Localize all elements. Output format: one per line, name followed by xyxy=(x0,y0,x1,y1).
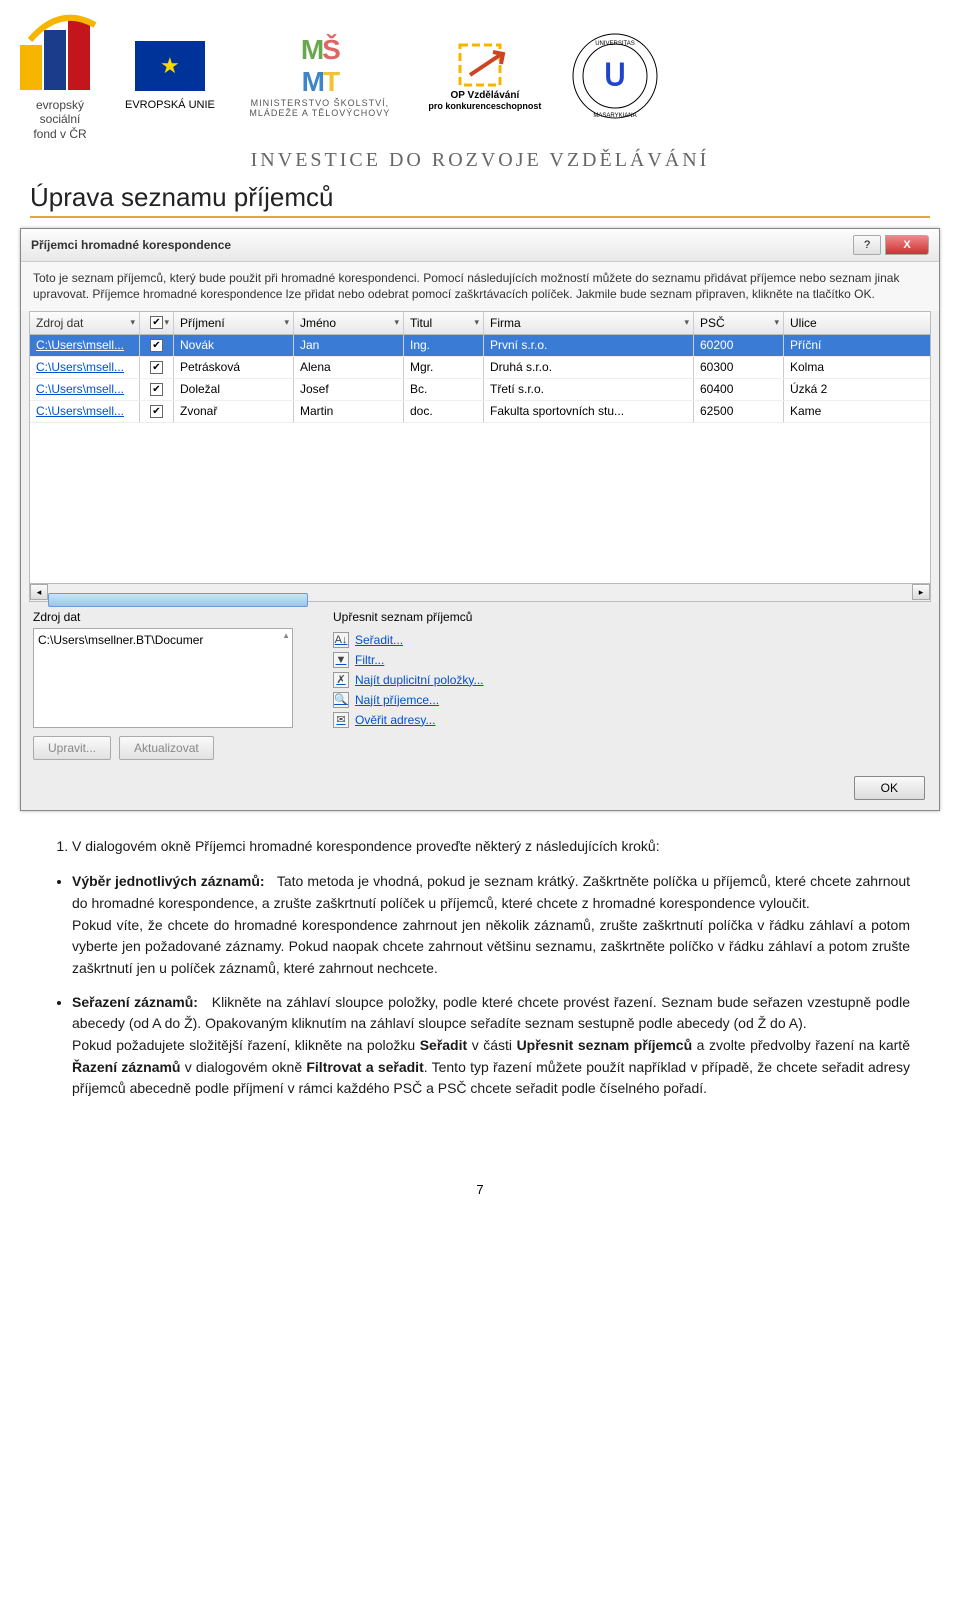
duplicate-icon: ✗ xyxy=(333,672,349,688)
intro-text: V dialogovém okně Příjemci hromadné kore… xyxy=(72,836,910,858)
col-surname[interactable]: Příjmení xyxy=(180,316,225,330)
msmt-line1: MINISTERSTVO ŠKOLSTVÍ, xyxy=(251,98,390,108)
sort-link[interactable]: A↓Seřadit... xyxy=(333,630,927,650)
esf-text: evropský sociální fond v ČR xyxy=(33,98,86,141)
eu-flag-icon: ★ xyxy=(135,41,205,91)
university-logo: ᑌ UNIVERSITAS MASARYKIANA xyxy=(570,31,660,121)
col-zip[interactable]: PSČ xyxy=(700,316,725,330)
col-street[interactable]: Ulice xyxy=(790,316,817,330)
divider xyxy=(30,216,930,218)
mailmerge-dialog: Příjemci hromadné korespondence ? X Toto… xyxy=(20,228,940,810)
row-checkbox[interactable]: ✔ xyxy=(150,383,163,396)
table-blank-area xyxy=(30,423,930,583)
scroll-thumb[interactable] xyxy=(48,593,308,607)
refresh-button[interactable]: Aktualizovat xyxy=(119,736,214,760)
help-button[interactable]: ? xyxy=(853,235,881,255)
recipients-table: Zdroj dat▾ ✔▾ Příjmení▾ Jméno▾ Titul▾ Fi… xyxy=(29,311,931,602)
col-name[interactable]: Jméno xyxy=(300,316,336,330)
horizontal-scrollbar[interactable]: ◂ ▸ xyxy=(30,583,930,601)
verify-icon: ✉ xyxy=(333,712,349,728)
msmt-logo: MŠMT MINISTERSTVO ŠKOLSTVÍ, MLÁDEŽE A TĚ… xyxy=(240,34,400,118)
row-checkbox[interactable]: ✔ xyxy=(150,361,163,374)
close-button[interactable]: X xyxy=(885,235,929,255)
bullet-sort-records: Seřazení záznamů: Klikněte na záhlaví sl… xyxy=(72,992,910,1100)
op-line2: pro konkurenceschopnost xyxy=(428,101,541,111)
tagline: INVESTICE DO ROZVOJE VZDĚLÁVÁNÍ xyxy=(0,141,960,177)
bullet-select-records: Výběr jednotlivých záznamů: Tato metoda … xyxy=(72,871,910,979)
table-row[interactable]: C:\Users\msell... ✔ Novák Jan Ing. První… xyxy=(30,335,930,357)
source-list[interactable]: C:\Users\msellner.BT\Documer xyxy=(33,628,293,728)
table-header[interactable]: Zdroj dat▾ ✔▾ Příjmení▾ Jméno▾ Titul▾ Fi… xyxy=(30,312,930,335)
esf-logo: evropský sociální fond v ČR xyxy=(20,10,100,141)
svg-text:ᑌ: ᑌ xyxy=(604,59,626,92)
op-icon xyxy=(455,40,515,90)
body-text: V dialogovém okně Příjemci hromadné kore… xyxy=(0,811,960,1143)
refine-label: Upřesnit seznam příjemců xyxy=(333,610,927,624)
table-row[interactable]: C:\Users\msell... ✔ Zvonař Martin doc. F… xyxy=(30,401,930,423)
msmt-abbrev: MŠMT xyxy=(301,34,339,98)
find-link[interactable]: 🔍Najít příjemce... xyxy=(333,690,927,710)
eu-logo: ★ EVROPSKÁ UNIE xyxy=(125,41,215,111)
sort-icon: A↓ xyxy=(333,632,349,648)
eu-label: EVROPSKÁ UNIE xyxy=(125,99,215,111)
ok-button[interactable]: OK xyxy=(854,776,925,800)
edit-button[interactable]: Upravit... xyxy=(33,736,111,760)
row-checkbox[interactable]: ✔ xyxy=(150,339,163,352)
dialog-titlebar: Příjemci hromadné korespondence ? X xyxy=(21,229,939,262)
col-company[interactable]: Firma xyxy=(490,316,521,330)
page-number: 7 xyxy=(0,1142,960,1217)
filter-icon: ▼ xyxy=(333,652,349,668)
source-label: Zdroj dat xyxy=(33,610,293,624)
dialog-title: Příjemci hromadné korespondence xyxy=(31,238,231,252)
refine-area: Zdroj dat C:\Users\msellner.BT\Documer U… xyxy=(21,602,939,766)
op-line1: OP Vzdělávání xyxy=(450,90,519,101)
op-logo: OP Vzdělávání pro konkurenceschopnost xyxy=(425,40,545,111)
row-checkbox[interactable]: ✔ xyxy=(150,405,163,418)
verify-link[interactable]: ✉Ověřit adresy... xyxy=(333,710,927,730)
col-title[interactable]: Titul xyxy=(410,316,432,330)
scroll-right-icon[interactable]: ▸ xyxy=(912,584,930,600)
page-title: Úprava seznamu příjemců xyxy=(0,177,960,216)
header-logos: evropský sociální fond v ČR ★ EVROPSKÁ U… xyxy=(0,0,960,141)
header-checkbox[interactable]: ✔ xyxy=(150,316,163,329)
table-row[interactable]: C:\Users\msell... ✔ Doležal Josef Bc. Tř… xyxy=(30,379,930,401)
dialog-description: Toto je seznam příjemců, který bude použ… xyxy=(21,262,939,310)
svg-text:UNIVERSITAS: UNIVERSITAS xyxy=(595,41,635,47)
dialog-footer: OK xyxy=(21,766,939,810)
col-source[interactable]: Zdroj dat xyxy=(36,316,83,330)
scroll-left-icon[interactable]: ◂ xyxy=(30,584,48,600)
table-row[interactable]: C:\Users\msell... ✔ Petrásková Alena Mgr… xyxy=(30,357,930,379)
svg-text:MASARYKIANA: MASARYKIANA xyxy=(593,113,636,119)
msmt-line2: MLÁDEŽE A TĚLOVÝCHOVY xyxy=(249,108,390,118)
filter-link[interactable]: ▼Filtr... xyxy=(333,650,927,670)
find-icon: 🔍 xyxy=(333,692,349,708)
duplicates-link[interactable]: ✗Najít duplicitní položky... xyxy=(333,670,927,690)
esf-graphic-icon xyxy=(20,10,100,90)
